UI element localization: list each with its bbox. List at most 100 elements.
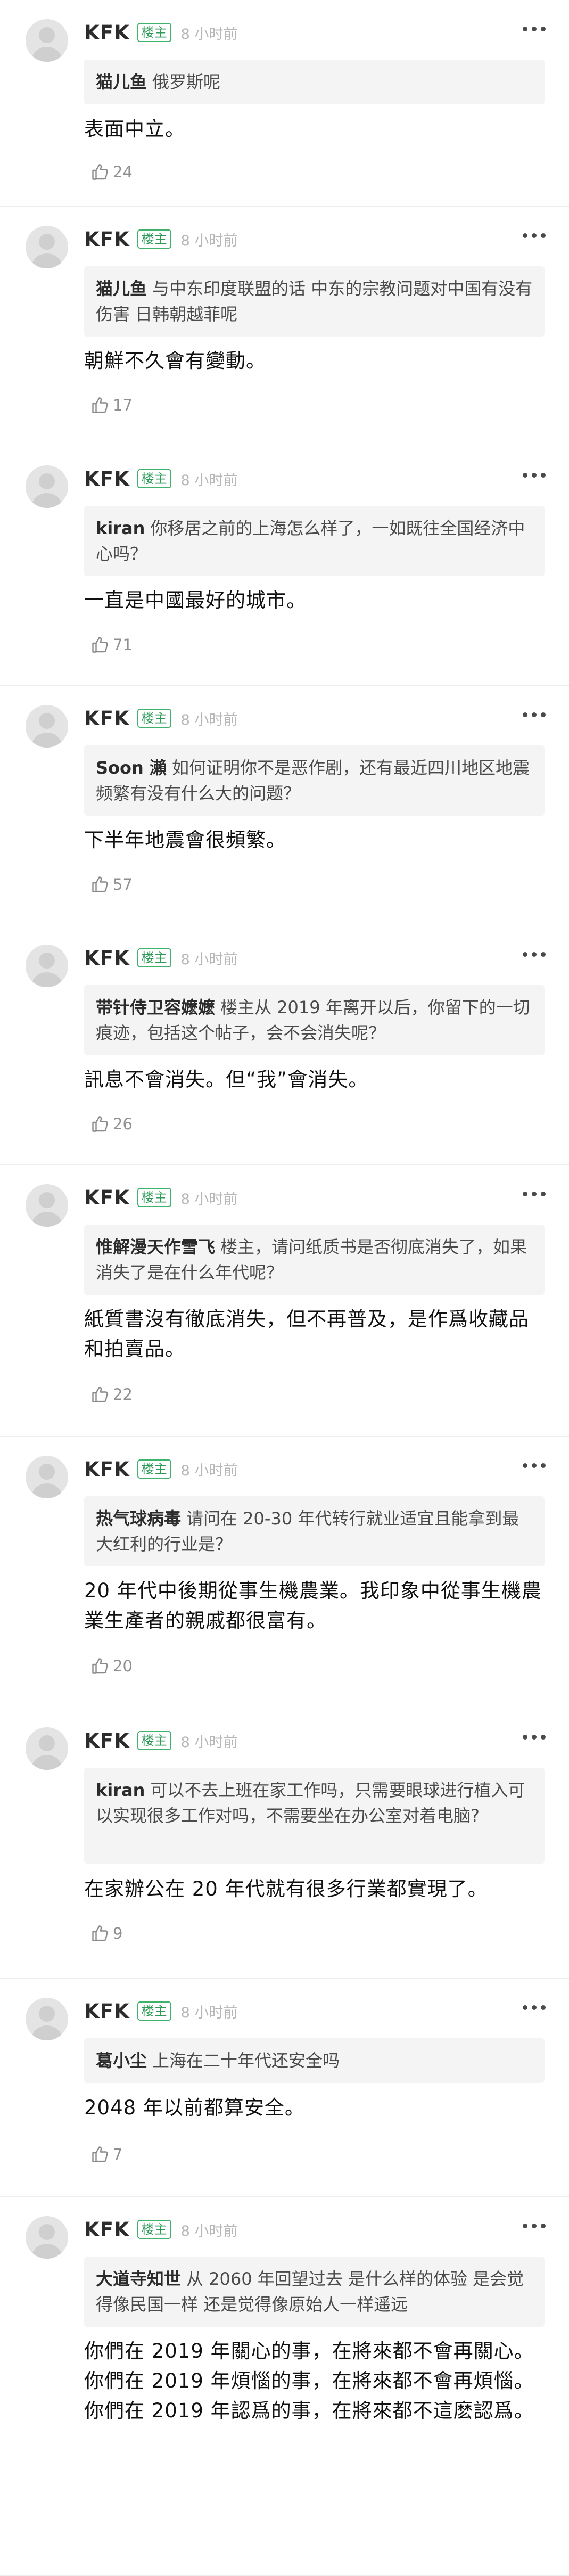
reply-text: 下半年地震會很頻繁。 (84, 828, 286, 851)
like-count: 17 (113, 396, 133, 414)
comment-header: KFK 楼主 8 小时前 (84, 2216, 237, 2243)
more-options-icon[interactable] (523, 27, 546, 31)
author-name[interactable]: KFK (84, 2218, 130, 2241)
reply-text: 在家辦公在 20 年代就有很多行業都實現了。 (84, 1877, 488, 1900)
quoted-comment[interactable]: Soon 瀨如何证明你不是恶作剧，还有最近四川地区地震频繁有没有什么大的问题？ (84, 745, 545, 816)
comment-item: KFK 楼主 8 小时前大道寺知世从 2060 年回望过去 是什么样的体验 是会觉得… (0, 2197, 569, 2576)
op-badge: 楼主 (137, 1188, 171, 1207)
quoted-comment[interactable]: kiran 你移居之前的上海怎么样了，一如既往全国经济中心吗？ (84, 506, 545, 576)
timestamp: 8 小时前 (180, 472, 238, 489)
avatar[interactable] (26, 1456, 68, 1498)
more-options-icon[interactable] (523, 1735, 546, 1740)
author-name[interactable]: KFK (84, 1729, 130, 1752)
author-name[interactable]: KFK (84, 2000, 130, 2023)
author-name[interactable]: KFK (84, 467, 130, 490)
quoted-username[interactable]: kiran (96, 1780, 145, 1800)
like-button[interactable]: 9 (90, 1924, 122, 1943)
author-name[interactable]: KFK (84, 1458, 130, 1481)
more-options-icon[interactable] (523, 2224, 546, 2228)
avatar[interactable] (26, 226, 68, 268)
avatar[interactable] (26, 1727, 68, 1770)
like-button[interactable]: 22 (90, 1385, 133, 1404)
timestamp: 8 小时前 (180, 1462, 238, 1479)
quoted-username[interactable]: 猫儿鱼 (96, 72, 147, 92)
avatar[interactable] (26, 19, 68, 62)
reply-text: 你們在 2019 年關心的事，在將來都不會再關心。 你們在 2019 年煩惱的事… (84, 2340, 534, 2422)
quoted-comment[interactable]: 带针侍卫容嬷嬷 楼主从 2019 年离开以后，你留下的一切痕迹，包括这个帖子，会不… (84, 985, 545, 1055)
avatar[interactable] (26, 1184, 68, 1227)
op-badge: 楼主 (137, 469, 171, 488)
quoted-comment[interactable]: 猫儿鱼 与中东印度联盟的话 中东的宗教问题对中国有没有伤害 日韩朝越菲呢 (84, 266, 545, 337)
more-options-icon[interactable] (523, 1463, 546, 1468)
timestamp: 8 小时前 (180, 2222, 238, 2239)
comment-header: KFK 楼主 8 小时前 (84, 19, 237, 46)
thumbs-up-icon (90, 162, 113, 182)
op-badge: 楼主 (137, 229, 171, 249)
op-badge: 楼主 (137, 948, 171, 967)
quoted-text: 上海在二十年代还安全吗 (152, 2050, 340, 2071)
thumbs-up-icon (90, 1385, 113, 1404)
quoted-username[interactable]: Soon 瀨 (96, 758, 167, 778)
timestamp: 8 小时前 (180, 2004, 238, 2021)
quoted-username[interactable]: 惟解漫天作雪飞 (96, 1237, 215, 1257)
comment-item: KFK 楼主 8 小时前 kiran 你移居之前的上海怎么样了，一如既往全国经济中心吗？… (0, 446, 569, 686)
avatar[interactable] (26, 1998, 68, 2040)
like-button[interactable]: 71 (90, 635, 133, 654)
more-options-icon[interactable] (523, 233, 546, 238)
comment-item: KFK 楼主 8 小时前 Soon 瀨如何证明你不是恶作剧，还有最近四川地区地震频繁有… (0, 686, 569, 925)
quoted-username[interactable]: 猫儿鱼 (96, 278, 147, 299)
like-count: 71 (113, 636, 133, 654)
more-options-icon[interactable] (523, 1192, 546, 1196)
avatar[interactable] (26, 705, 68, 748)
reply-text: 一直是中國最好的城市。 (84, 589, 307, 612)
comment-item: KFK 楼主 8 小时前葛小尘 上海在二十年代还安全吗 2048 年以前都算安全。 7 (0, 1979, 569, 2197)
timestamp: 8 小时前 (180, 232, 238, 249)
timestamp: 8 小时前 (180, 951, 238, 968)
quoted-username[interactable]: 葛小尘 (96, 2050, 147, 2071)
more-options-icon[interactable] (523, 712, 546, 717)
thumbs-up-icon (90, 2145, 113, 2164)
more-options-icon[interactable] (523, 952, 546, 957)
like-button[interactable]: 17 (90, 396, 133, 415)
thumbs-up-icon (90, 635, 113, 654)
like-button[interactable]: 7 (90, 2145, 122, 2164)
op-badge: 楼主 (137, 1731, 171, 1750)
comment-header: KFK 楼主 8 小时前 (84, 1998, 237, 2024)
avatar[interactable] (26, 2216, 68, 2259)
author-name[interactable]: KFK (84, 228, 130, 251)
more-options-icon[interactable] (523, 2005, 546, 2010)
comment-header: KFK 楼主 8 小时前 (84, 226, 237, 252)
timestamp: 8 小时前 (180, 26, 238, 43)
author-name[interactable]: KFK (84, 947, 130, 970)
quoted-text: 与中东印度联盟的话 中东的宗教问题对中国有没有伤害 日韩朝越菲呢 (96, 278, 533, 324)
quoted-comment[interactable]: 葛小尘 上海在二十年代还安全吗 (84, 2038, 545, 2083)
quoted-username[interactable]: 大道寺知世 (96, 2269, 181, 2289)
quoted-comment[interactable]: 猫儿鱼 俄罗斯呢 (84, 60, 545, 104)
quoted-comment[interactable]: 热气球病毒 请问在 20-30 年代转行就业适宜且能拿到最大红利的行业是？ (84, 1496, 545, 1566)
author-name[interactable]: KFK (84, 707, 130, 730)
timestamp: 8 小时前 (180, 1191, 238, 1208)
avatar[interactable] (26, 465, 68, 508)
reply-text: 表面中立。 (84, 118, 185, 141)
quoted-comment[interactable]: kiran 可以不去上班在家工作吗，只需要眼球进行植入可以实现很多工作对吗，不需要… (84, 1768, 545, 1864)
author-name[interactable]: KFK (84, 21, 130, 44)
reply-text: 2048 年以前都算安全。 (84, 2096, 305, 2119)
like-button[interactable]: 26 (90, 1114, 133, 1134)
quoted-comment[interactable]: 大道寺知世从 2060 年回望过去 是什么样的体验 是会觉得像民国一样 还是觉得… (84, 2257, 545, 2327)
like-count: 22 (113, 1385, 133, 1404)
quoted-username[interactable]: kiran (96, 518, 145, 538)
like-button[interactable]: 57 (90, 875, 133, 894)
more-options-icon[interactable] (523, 473, 546, 478)
comment-header: KFK 楼主 8 小时前 (84, 465, 237, 492)
quoted-username[interactable]: 带针侍卫容嬷嬷 (96, 997, 215, 1018)
author-name[interactable]: KFK (84, 1186, 130, 1209)
comment-item: KFK 楼主 8 小时前带针侍卫容嬷嬷 楼主从 2019 年离开以后，你留下的一切痕迹… (0, 925, 569, 1165)
like-button[interactable]: 24 (90, 162, 133, 182)
quoted-comment[interactable]: 惟解漫天作雪飞 楼主，请问纸质书是否彻底消失了，如果消失了是在什么年代呢？ (84, 1225, 545, 1295)
comment-item: KFK 楼主 8 小时前惟解漫天作雪飞 楼主，请问纸质书是否彻底消失了，如果消失了是在… (0, 1165, 569, 1437)
thumbs-up-icon (90, 1924, 113, 1943)
comment-item: KFK 楼主 8 小时前 kiran 可以不去上班在家工作吗，只需要眼球进行植入可以实现… (0, 1708, 569, 1979)
like-button[interactable]: 20 (90, 1656, 133, 1676)
avatar[interactable] (26, 945, 68, 987)
quoted-username[interactable]: 热气球病毒 (96, 1508, 181, 1529)
